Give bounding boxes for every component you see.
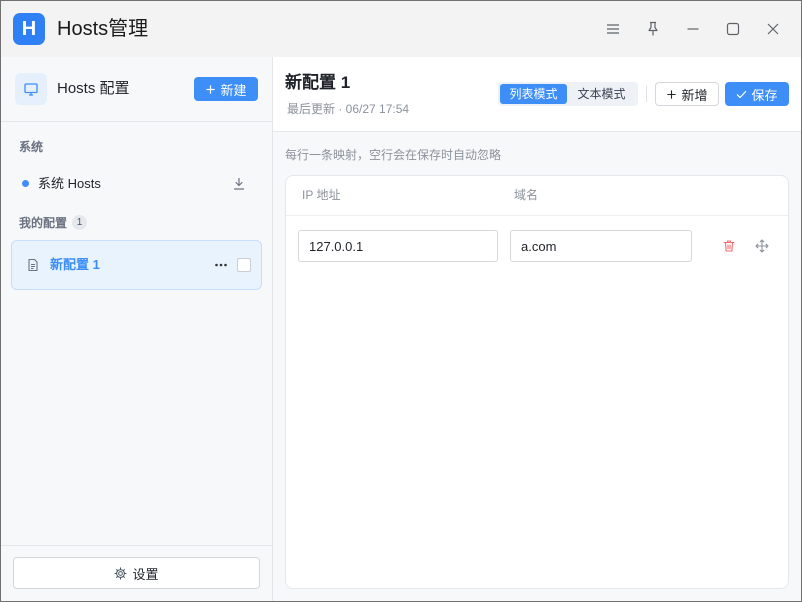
sidebar-item-label: 系统 Hosts	[38, 176, 101, 191]
drag-handle[interactable]	[755, 239, 769, 253]
sidebar-item-config[interactable]: 新配置 1	[11, 240, 262, 290]
column-header-ip: IP 地址	[302, 188, 341, 202]
status-dot	[22, 180, 29, 187]
maximize-icon	[726, 22, 740, 36]
page-title: 新配置 1	[285, 73, 351, 92]
drag-handle-icon	[755, 239, 769, 253]
download-icon	[233, 177, 245, 190]
app-window: H Hosts管理 Hosts 配置 新建 系统 系统 Hosts 我的配置 1…	[0, 0, 802, 602]
monitor-icon	[24, 83, 38, 96]
table-header: IP 地址 域名	[286, 176, 788, 216]
pin-button[interactable]	[633, 9, 673, 49]
title-bar[interactable]: H Hosts管理	[1, 1, 801, 57]
monitor-icon-box	[15, 73, 47, 105]
table-row	[286, 216, 788, 276]
last-updated-text: 最后更新 · 06/27 17:54	[287, 102, 410, 116]
check-icon	[737, 90, 747, 98]
minimize-button[interactable]	[673, 9, 713, 49]
sidebar-item-label: 新配置 1	[50, 257, 100, 272]
menu-button[interactable]	[593, 9, 633, 49]
column-header-domain: 域名	[514, 188, 539, 202]
hint-text: 每行一条映射，空行会在保存时自动忽略	[285, 148, 502, 162]
config-checkbox[interactable]	[237, 258, 251, 272]
settings-button[interactable]: 设置	[13, 557, 260, 589]
gear-icon	[114, 566, 128, 580]
more-icon	[215, 263, 227, 267]
tab-list-mode[interactable]: 列表模式	[500, 84, 567, 104]
plus-icon	[667, 89, 677, 99]
domain-input[interactable]	[510, 230, 692, 262]
window-title: Hosts管理	[57, 18, 149, 40]
document-icon	[28, 258, 38, 272]
maximize-button[interactable]	[713, 9, 753, 49]
my-configs-section-label: 我的配置	[19, 216, 68, 230]
config-count-badge: 1	[72, 215, 87, 230]
add-row-button[interactable]: 新增	[655, 82, 719, 106]
minimize-icon	[687, 28, 699, 30]
sidebar-item-system-hosts[interactable]: 系统 Hosts	[11, 169, 262, 199]
save-label: 保存	[751, 87, 778, 103]
ip-input[interactable]	[298, 230, 498, 262]
delete-row-button[interactable]	[722, 239, 736, 253]
editor-content: 每行一条映射，空行会在保存时自动忽略 IP 地址 域名	[273, 132, 801, 601]
main-panel: 新配置 1 最后更新 · 06/27 17:54 列表模式 文本模式 新增 保存…	[273, 57, 801, 601]
pin-icon	[648, 21, 658, 36]
system-section-label: 系统	[19, 140, 44, 154]
plus-icon	[206, 84, 216, 94]
view-mode-toggle: 列表模式 文本模式	[498, 82, 638, 106]
main-header: 新配置 1 最后更新 · 06/27 17:54 列表模式 文本模式 新增 保存	[273, 57, 801, 132]
delete-icon	[723, 240, 735, 252]
app-logo-icon: H	[13, 13, 45, 45]
close-button[interactable]	[753, 9, 793, 49]
menu-icon	[607, 24, 619, 34]
close-icon	[767, 23, 779, 35]
more-button[interactable]	[214, 258, 228, 272]
sidebar-footer-divider	[1, 545, 272, 546]
download-button[interactable]	[232, 177, 246, 191]
sidebar-title: Hosts 配置	[57, 80, 130, 97]
settings-label: 设置	[132, 566, 159, 582]
tab-text-mode[interactable]: 文本模式	[567, 84, 636, 104]
sidebar: Hosts 配置 新建 系统 系统 Hosts 我的配置 1 新配置 1 设置	[1, 57, 273, 601]
add-row-label: 新增	[681, 87, 708, 103]
save-button[interactable]: 保存	[725, 82, 789, 106]
toolbar-divider	[646, 86, 647, 102]
hosts-table: IP 地址 域名	[285, 175, 789, 589]
new-config-label: 新建	[220, 82, 247, 98]
new-config-button[interactable]: 新建	[194, 77, 258, 101]
sidebar-header: Hosts 配置 新建	[1, 57, 272, 122]
app-logo-letter: H	[21, 17, 37, 40]
document-icon-wrap	[26, 258, 40, 272]
